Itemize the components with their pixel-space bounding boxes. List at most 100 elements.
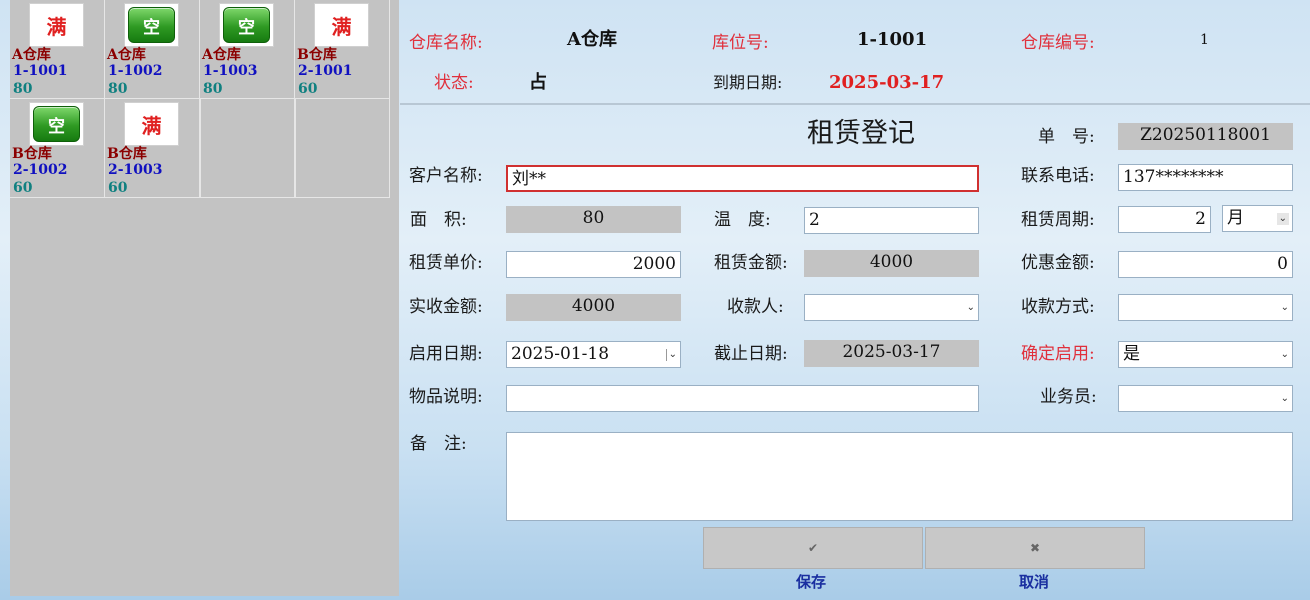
check-icon: ✔ [807, 541, 819, 555]
slot-tile[interactable]: 空 B仓库 2-1002 60 [10, 99, 105, 198]
empty-slot [200, 99, 295, 198]
remark-label: 备 注: [410, 434, 467, 454]
pay-method-select[interactable]: ⌄ [1118, 294, 1293, 321]
order-no-field: Z20250118001 [1118, 123, 1293, 150]
slot-tile[interactable]: 空 A仓库 1-1002 80 [105, 0, 200, 99]
salesperson-select[interactable]: ⌄ [1118, 385, 1293, 412]
slot-location: 2-1001 [298, 63, 353, 79]
confirm-label: 确定启用: [1021, 344, 1095, 364]
slot-location: 2-1003 [108, 162, 163, 178]
start-date-value: 2025-01-18 [511, 344, 610, 364]
vacant-badge: 空 [29, 102, 84, 146]
slot-area: 60 [298, 81, 318, 97]
area-label: 面 积: [410, 210, 467, 230]
temperature-label: 温 度: [714, 210, 771, 230]
expiry-label: 到期日期: [713, 73, 783, 92]
start-date-picker[interactable]: 2025-01-18 ⌄ [506, 341, 681, 368]
vacant-label: 空 [33, 106, 80, 142]
period-unit-value: 月 [1227, 208, 1244, 228]
phone-input[interactable]: 137******** [1118, 164, 1293, 191]
goods-input[interactable] [506, 385, 979, 412]
slot-grid: 满 A仓库 1-1001 80 空 A仓库 1-1002 80 空 A仓库 1-… [10, 0, 399, 596]
discount-label: 优惠金额: [1021, 253, 1095, 273]
slot-warehouse: A仓库 [202, 47, 241, 63]
calendar-dropdown-icon[interactable]: ⌄ [665, 349, 677, 361]
period-label: 租赁周期: [1021, 210, 1095, 230]
expiry-value: 2025-03-17 [829, 72, 945, 93]
vacant-label: 空 [223, 7, 270, 43]
slot-location: 1-1003 [203, 63, 258, 79]
slot-location: 1-1001 [13, 63, 68, 79]
warehouse-code-value: 1 [1200, 32, 1209, 48]
remark-textarea[interactable] [506, 432, 1293, 521]
chevron-down-icon[interactable]: ⌄ [1281, 302, 1289, 314]
slot-area: 60 [108, 180, 128, 196]
end-date-field: 2025-03-17 [804, 340, 979, 367]
vacant-label: 空 [128, 7, 175, 43]
amount-label: 租赁金额: [714, 253, 788, 273]
warehouse-name-label: 仓库名称: [409, 33, 483, 53]
status-label: 状态: [434, 73, 474, 93]
vacant-badge: 空 [219, 3, 274, 47]
payee-select[interactable]: ⌄ [804, 294, 979, 321]
confirm-select[interactable]: 是 ⌄ [1118, 341, 1293, 368]
end-date-label: 截止日期: [714, 344, 788, 364]
area-field: 80 [506, 206, 681, 233]
order-no-label: 单 号: [1038, 127, 1095, 147]
discount-input[interactable]: 0 [1118, 251, 1293, 278]
slot-tile[interactable]: 满 B仓库 2-1003 60 [105, 99, 200, 198]
slot-location: 2-1002 [13, 162, 68, 178]
confirm-value: 是 [1123, 344, 1140, 364]
occupied-badge: 满 [124, 102, 179, 146]
cancel-button[interactable]: ✖ [925, 527, 1145, 569]
location-no-value: 1-1001 [857, 29, 928, 50]
unit-price-input[interactable]: 2000 [506, 251, 681, 278]
customer-label: 客户名称: [409, 166, 483, 186]
chevron-down-icon[interactable]: ⌄ [967, 302, 975, 314]
salesperson-label: 业务员: [1040, 387, 1097, 407]
period-input[interactable]: 2 [1118, 206, 1211, 233]
payee-label: 收款人: [727, 297, 784, 317]
slot-warehouse: B仓库 [107, 146, 147, 162]
form-title: 租赁登记 [807, 118, 915, 149]
period-unit-select[interactable]: 月 ⌄ [1222, 205, 1293, 232]
slot-warehouse: B仓库 [12, 146, 52, 162]
slot-area: 60 [13, 180, 33, 196]
customer-input[interactable]: 刘** [506, 165, 979, 192]
unit-price-label: 租赁单价: [409, 253, 483, 273]
chevron-down-icon[interactable]: ⌄ [1281, 349, 1289, 361]
cancel-label[interactable]: 取消 [1019, 572, 1049, 592]
empty-slot [295, 99, 390, 198]
save-label[interactable]: 保存 [796, 572, 826, 592]
slot-tile[interactable]: 空 A仓库 1-1003 80 [200, 0, 295, 99]
header-divider [400, 103, 1310, 105]
occupied-badge: 满 [29, 3, 84, 47]
location-no-label: 库位号: [712, 33, 769, 53]
actual-amount-label: 实收金额: [409, 297, 483, 317]
slot-warehouse: B仓库 [297, 47, 337, 63]
slot-warehouse: A仓库 [107, 47, 146, 63]
slot-warehouse: A仓库 [12, 47, 51, 63]
phone-label: 联系电话: [1021, 166, 1095, 186]
chevron-down-icon[interactable]: ⌄ [1281, 393, 1289, 405]
occupied-badge: 满 [314, 3, 369, 47]
slot-tile[interactable]: 满 A仓库 1-1001 80 [10, 0, 105, 99]
close-icon: ✖ [1029, 541, 1041, 555]
slot-location: 1-1002 [108, 63, 163, 79]
actual-amount-field: 4000 [506, 294, 681, 321]
vacant-badge: 空 [124, 3, 179, 47]
chevron-down-icon[interactable]: ⌄ [1276, 213, 1289, 225]
pay-method-label: 收款方式: [1021, 297, 1095, 317]
temperature-input[interactable]: 2 [804, 207, 979, 234]
slot-area: 80 [13, 81, 33, 97]
status-value: 占 [529, 72, 547, 93]
warehouse-name-value: A仓库 [567, 29, 617, 50]
slot-tile[interactable]: 满 B仓库 2-1001 60 [295, 0, 390, 99]
amount-field: 4000 [804, 250, 979, 277]
slot-area: 80 [203, 81, 223, 97]
slot-area: 80 [108, 81, 128, 97]
start-date-label: 启用日期: [409, 344, 483, 364]
warehouse-code-label: 仓库编号: [1021, 33, 1095, 53]
save-button[interactable]: ✔ [703, 527, 923, 569]
goods-label: 物品说明: [409, 387, 483, 407]
